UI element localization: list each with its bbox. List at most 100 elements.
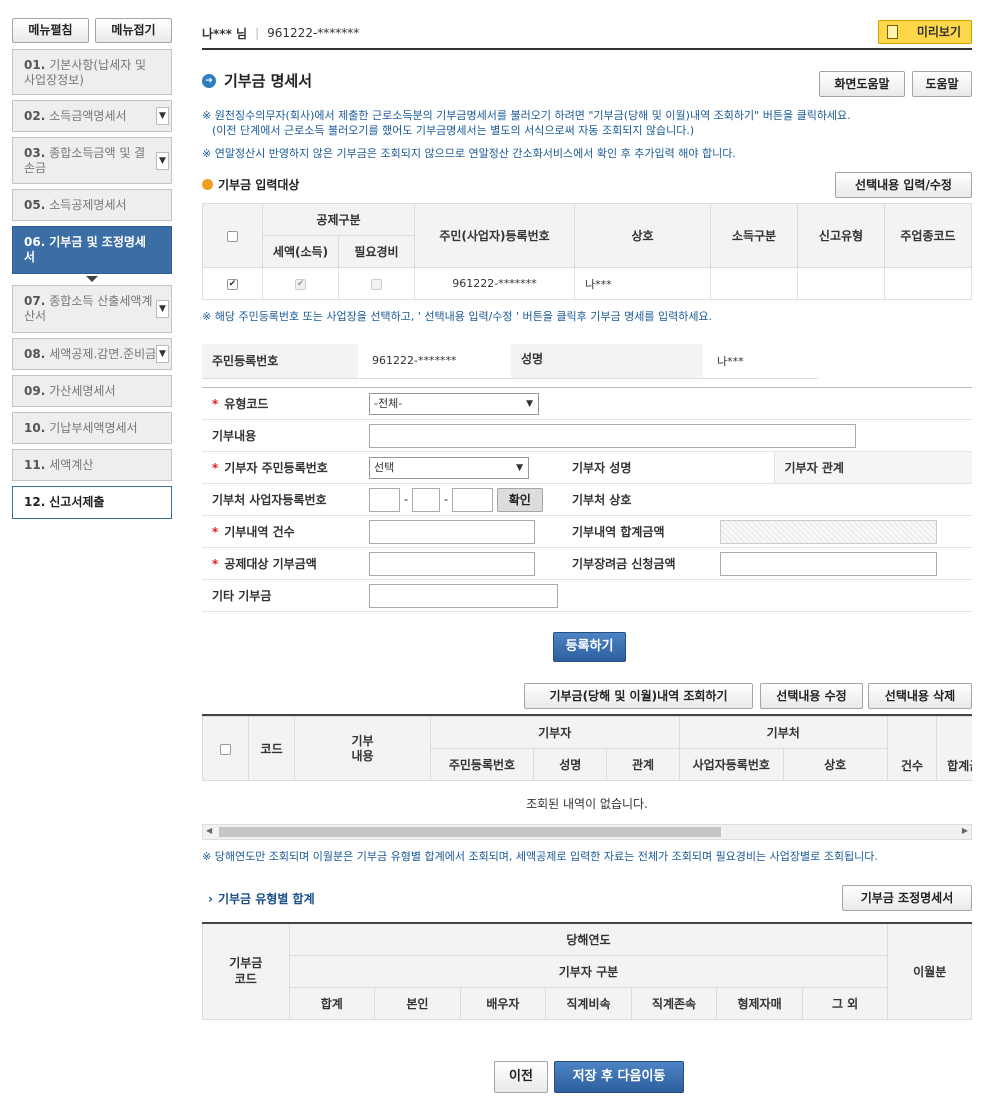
org-name-label: 기부처 상호 <box>562 483 710 516</box>
chevron-down-icon[interactable]: ▼ <box>156 345 169 363</box>
scroll-left-icon[interactable]: ◀ <box>206 826 212 835</box>
empty-message: 조회된 내역이 없습니다. <box>526 797 648 811</box>
scholarship-label: 기부장려금 신청금액 <box>562 547 710 580</box>
carryover-header: 이월분 <box>887 922 972 1020</box>
industry-header: 주업종코드 <box>884 203 972 268</box>
org-name-header: 상호 <box>782 748 888 781</box>
sidebar-item-total-income[interactable]: 03. 종합소득금액 및 결손금 ▼ <box>12 137 172 184</box>
scholarship-input[interactable] <box>720 551 937 576</box>
col-ascendant: 직계존속 <box>630 986 718 1020</box>
adjustment-statement-button[interactable]: 기부금 조정명세서 <box>842 885 972 911</box>
summary-code-header: 기부금 코드 <box>202 922 290 1020</box>
type-code-label: 유형코드 <box>224 397 269 411</box>
list-select-all-checkbox[interactable] <box>219 743 231 755</box>
horizontal-scrollbar[interactable]: ◀ ▶ <box>202 824 972 840</box>
sidebar-item-prepaid[interactable]: 10. 기납부세액명세서 <box>12 412 172 444</box>
target-section-title: 기부금 입력대상 <box>202 176 299 193</box>
confirm-button[interactable]: 확인 <box>496 487 543 512</box>
total-header: 합계금액 <box>936 716 972 781</box>
count-label: 기부내역 건수 <box>224 525 295 539</box>
bullet-icon <box>202 179 213 190</box>
deduction-header: 공제구분 <box>262 203 415 236</box>
donor-reg-select[interactable]: 선택 <box>369 456 529 479</box>
sidebar-item-tax-calc[interactable]: 11. 세액계산 <box>12 449 172 481</box>
register-button[interactable]: 등록하기 <box>553 632 626 662</box>
current-year-header: 당해연도 <box>288 922 889 956</box>
donor-reg-header: 주민등록번호 <box>429 748 535 781</box>
sidebar-item-deduction[interactable]: 05. 소득공제명세서 <box>12 189 172 221</box>
info-reg-label: 주민등록번호 <box>202 344 358 379</box>
org-reg-label: 기부처 사업자등록번호 <box>202 483 359 516</box>
save-next-button[interactable]: 저장 후 다음이동 <box>554 1061 684 1093</box>
other-input[interactable] <box>369 583 558 608</box>
sidebar-item-penalty[interactable]: 09. 가산세명세서 <box>12 375 172 407</box>
org-reg-part2[interactable] <box>411 487 440 512</box>
expense-checkbox <box>371 278 382 290</box>
help-button[interactable]: 도움말 <box>912 71 972 97</box>
document-icon <box>887 25 898 39</box>
notice-1: ※ 원천징수의무자(회사)에서 제출한 근로소득분의 기부금명세서를 불러오기 … <box>202 109 851 122</box>
donor-reg-label: 기부자 주민등록번호 <box>224 461 328 475</box>
notice-2: (이전 단계에서 근로소득 불러오기를 했어도 기부금명세서는 별도의 서식으로… <box>212 124 695 137</box>
chevron-down-icon[interactable]: ▼ <box>156 107 169 125</box>
sidebar-item-calc[interactable]: 07. 종합소득 산출세액계산서 ▼ <box>12 285 172 333</box>
type-code-select[interactable]: -전체- <box>369 392 539 415</box>
content-label: 기부내용 <box>202 419 359 452</box>
org-reg-part1[interactable] <box>369 487 400 512</box>
list-note: ※ 당해연도만 조회되며 이월분은 기부금 유형별 합계에서 조회되며, 세액공… <box>202 850 878 863</box>
donation-list: 코드 기부 내용 기부자 기부처 건수 합계금액 주민등록번호 성명 관계 사업… <box>202 714 972 824</box>
sidebar-item-income[interactable]: 02. 소득금액명세서 ▼ <box>12 100 172 132</box>
chevron-down-icon[interactable]: ▼ <box>156 151 169 170</box>
scroll-right-icon[interactable]: ▶ <box>962 826 968 835</box>
income-type-header: 소득구분 <box>710 203 798 268</box>
screen-help-button[interactable]: 화면도움말 <box>819 71 905 97</box>
donor-type-header: 기부자 구분 <box>288 954 889 988</box>
tax-credit-checkbox: ✔ <box>295 278 306 290</box>
report-type-header: 신고유형 <box>797 203 885 268</box>
content-input[interactable] <box>369 423 856 448</box>
menu-expand-button[interactable]: 메뉴펼침 <box>12 18 89 43</box>
sidebar-item-submit[interactable]: 12. 신고서제출 <box>12 486 172 519</box>
donation-form: *유형코드 -전체- 기부내용 *기부자 주민등록번호 선택 기부자 성명 기부… <box>202 387 972 612</box>
sidebar: 메뉴펼침 메뉴접기 01. 기본사항(납세자 및 사업장정보) 02. 소득금액명세… <box>12 18 172 524</box>
col-sibling: 형제자매 <box>716 986 803 1020</box>
chevron-right-icon: › <box>208 891 213 906</box>
col-descendant: 직계비속 <box>545 986 632 1020</box>
count-input[interactable] <box>369 519 535 544</box>
info-name-value: 나*** <box>703 344 818 379</box>
other-label: 기타 기부금 <box>202 579 359 612</box>
company-header: 상호 <box>574 203 711 268</box>
donor-header: 기부자 <box>429 716 680 749</box>
edit-selected-button[interactable]: 선택내용 수정 <box>760 683 863 709</box>
sidebar-item-donation[interactable]: 06. 기부금 및 조정명세서 <box>12 226 172 274</box>
org-reg-part3[interactable] <box>451 487 493 512</box>
query-donations-button[interactable]: 기부금(당해 및 이월)내역 조회하기 <box>524 683 753 709</box>
sidebar-item-basic[interactable]: 01. 기본사항(납세자 및 사업장정보) <box>12 49 172 95</box>
target-amount-input[interactable] <box>369 551 535 576</box>
select-all-checkbox[interactable] <box>227 230 238 242</box>
donor-name-header: 성명 <box>533 748 608 781</box>
main-content: 나*** 님 | 961222-******* 미리보기 ➔ 기부금 명세서 화면… <box>202 18 972 1093</box>
scrollbar-thumb[interactable] <box>219 827 721 837</box>
prev-button[interactable]: 이전 <box>494 1061 548 1093</box>
sidebar-item-credit[interactable]: 08. 세액공제.감면.준비금 ▼ <box>12 338 172 370</box>
summary-table: 기부금 코드 당해연도 이월분 기부자 구분 합계 본인 배우자 직계비속 직계… <box>202 922 972 1020</box>
regno-header: 주민(사업자)등록번호 <box>414 203 575 268</box>
menu-collapse-button[interactable]: 메뉴접기 <box>95 18 172 43</box>
chevron-down-icon[interactable]: ▼ <box>156 300 169 318</box>
content-header: 기부 내용 <box>294 716 431 781</box>
table-row[interactable]: ✔ ✔ 961222-******* 나*** <box>202 267 972 300</box>
row-regno: 961222-******* <box>414 267 575 300</box>
target-amount-label: 공제대상 기부금액 <box>224 557 317 571</box>
edit-selection-button[interactable]: 선택내용 입력/수정 <box>835 172 972 198</box>
total-input <box>720 519 937 544</box>
row-company: 나*** <box>574 267 711 300</box>
tax-credit-header: 세액(소득) <box>262 235 339 268</box>
delete-selected-button[interactable]: 선택내용 삭제 <box>868 683 972 709</box>
arrow-down-icon <box>86 276 98 282</box>
preview-button[interactable]: 미리보기 <box>878 20 972 44</box>
donor-rel-header: 관계 <box>606 748 680 781</box>
col-spouse: 배우자 <box>459 986 547 1020</box>
summary-title: › 기부금 유형별 합계 <box>208 891 315 907</box>
row-checkbox[interactable]: ✔ <box>227 278 238 290</box>
